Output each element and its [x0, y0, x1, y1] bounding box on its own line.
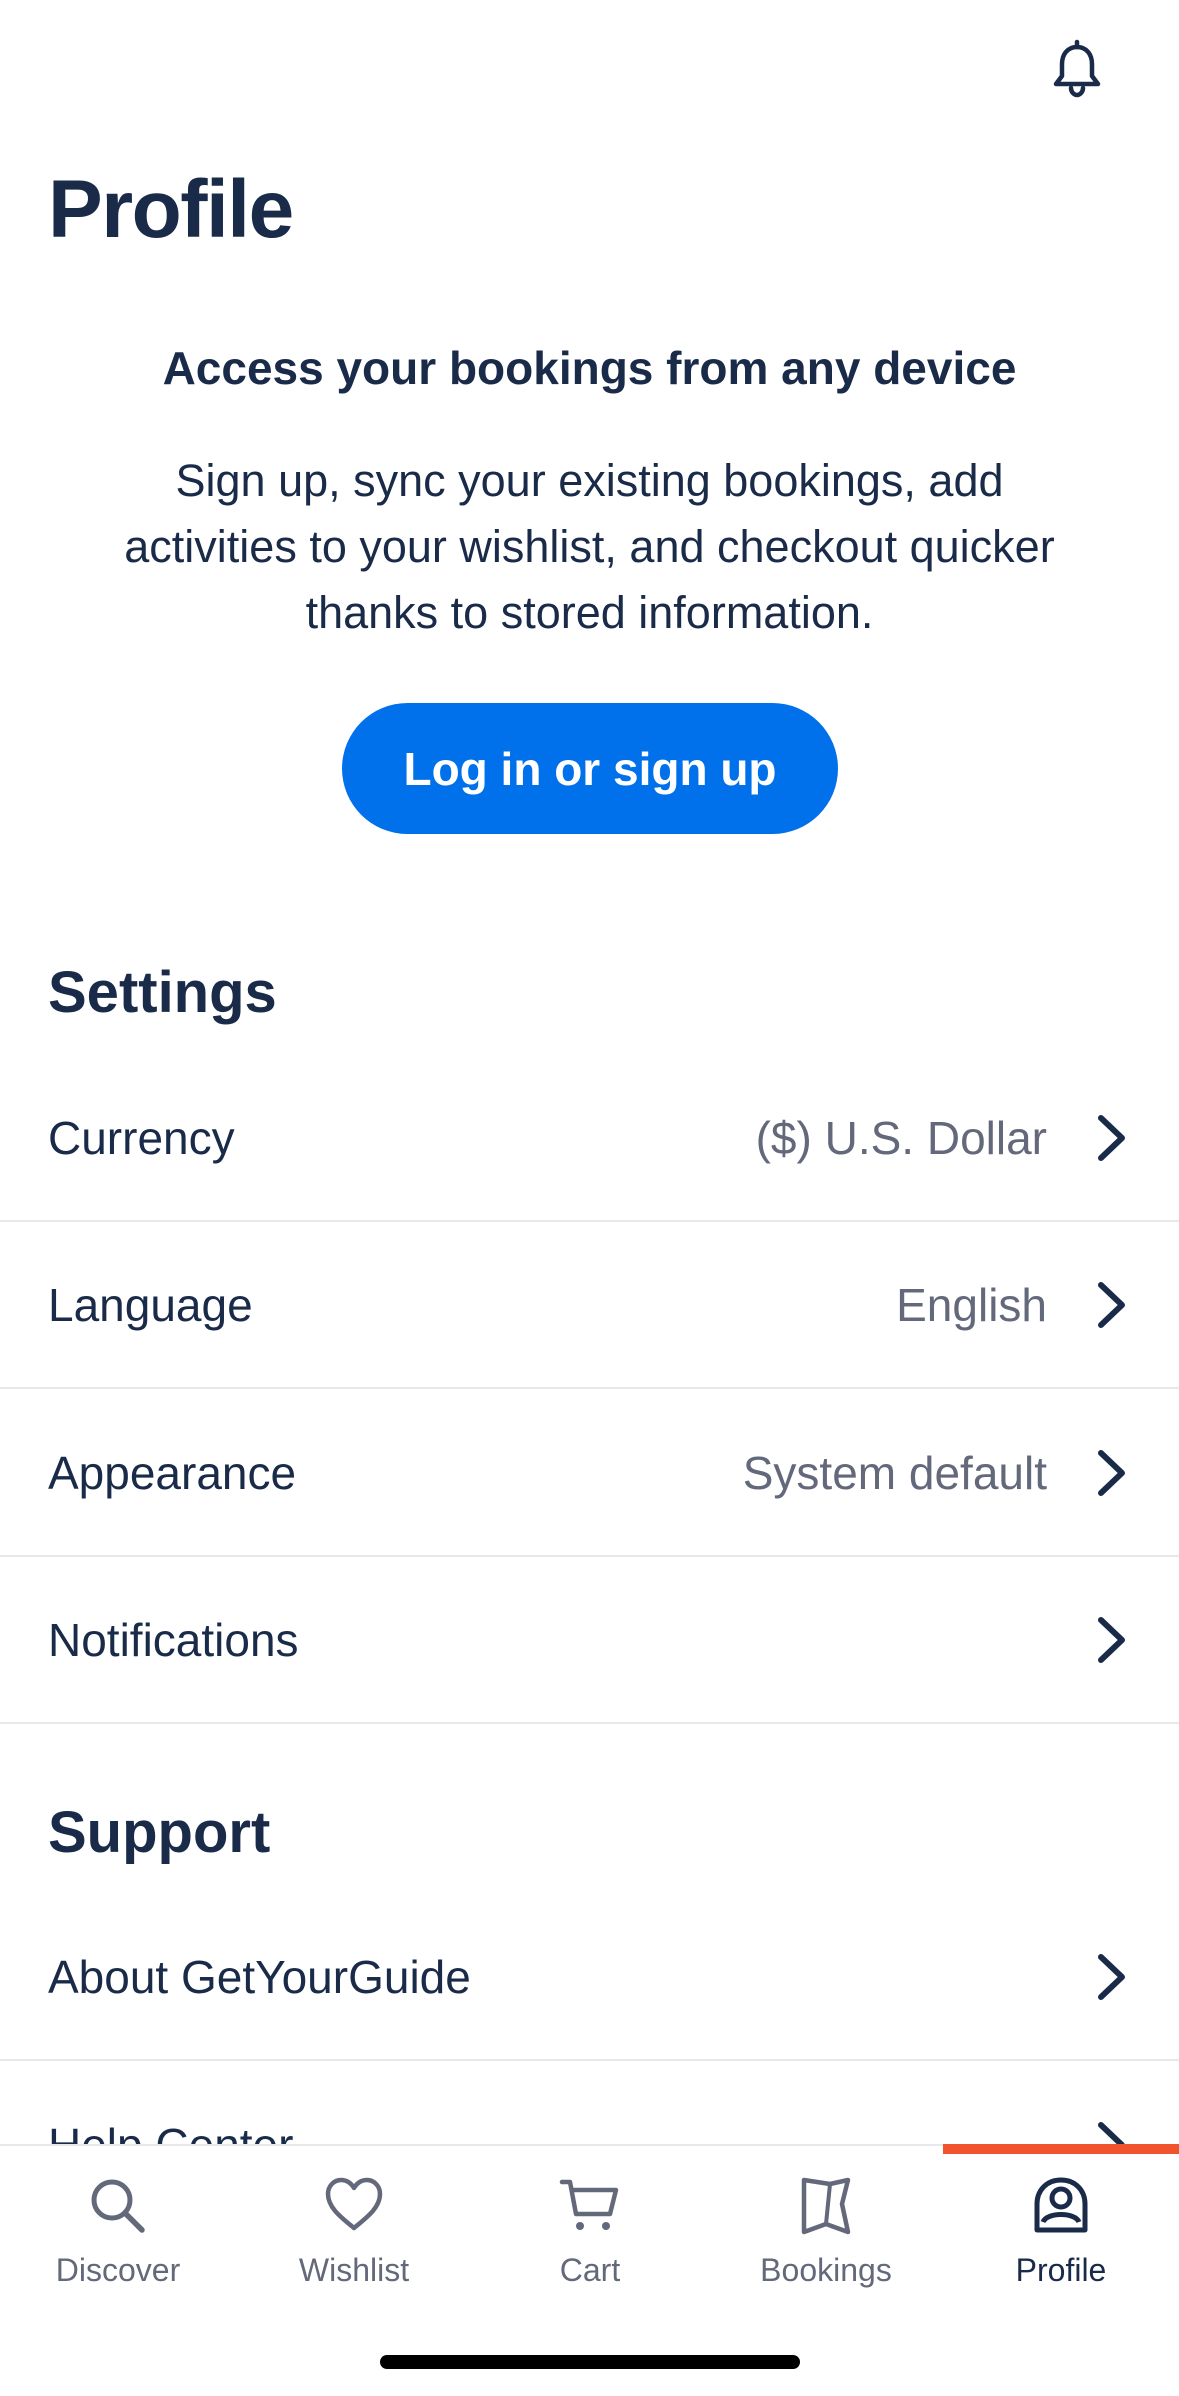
bell-icon[interactable] — [1047, 38, 1107, 98]
settings-row-language[interactable]: Language English — [0, 1222, 1179, 1389]
cart-icon — [559, 2179, 619, 2230]
promo-heading: Access your bookings from any device — [162, 342, 1017, 394]
chevron-right-icon — [1098, 1114, 1125, 1161]
row-value: English — [896, 1278, 1047, 1331]
tab-discover[interactable]: Discover — [0, 2174, 236, 2314]
home-indicator — [380, 2355, 800, 2369]
tab-cart[interactable]: Cart — [472, 2174, 708, 2314]
row-label: Notifications — [48, 1613, 299, 1666]
row-value: System default — [742, 1446, 1047, 1499]
chevron-right-icon — [1098, 1449, 1125, 1496]
tab-label: Discover — [55, 2252, 181, 2288]
promo-description: Sign up, sync your existing bookings, ad… — [124, 455, 1055, 638]
row-label: Language — [48, 1278, 253, 1331]
tab-label: Bookings — [760, 2252, 892, 2288]
tab-label: Profile — [1015, 2252, 1107, 2288]
profile-icon — [1034, 2177, 1088, 2233]
settings-section-title: Settings — [48, 960, 277, 1025]
tab-wishlist[interactable]: Wishlist — [236, 2174, 472, 2314]
settings-row-currency[interactable]: Currency ($) U.S. Dollar — [0, 1055, 1179, 1222]
tab-label: Wishlist — [298, 2252, 410, 2288]
tab-label: Cart — [559, 2252, 621, 2288]
row-label: Currency — [48, 1111, 235, 1164]
settings-row-notifications[interactable]: Notifications — [0, 1557, 1179, 1724]
active-tab-indicator — [943, 2144, 1179, 2154]
support-row-about[interactable]: About GetYourGuide — [0, 1894, 1179, 2061]
chevron-right-icon — [1098, 1281, 1125, 1328]
row-label: Appearance — [48, 1446, 297, 1499]
chevron-right-icon — [1098, 1616, 1125, 1663]
row-label: About GetYourGuide — [48, 1950, 471, 2003]
row-value: ($) U.S. Dollar — [755, 1111, 1047, 1164]
search-icon — [91, 2179, 145, 2233]
settings-row-appearance[interactable]: Appearance System default — [0, 1390, 1179, 1557]
login-signup-button[interactable]: Log in or sign up — [342, 703, 838, 834]
page-title: Profile — [48, 164, 294, 255]
heart-icon — [325, 2177, 383, 2231]
support-section-title: Support — [48, 1800, 271, 1865]
tab-profile[interactable]: Profile — [943, 2174, 1179, 2314]
bookmark-icon — [801, 2177, 851, 2235]
tab-bookings[interactable]: Bookings — [708, 2174, 944, 2314]
chevron-right-icon — [1098, 1953, 1125, 2000]
